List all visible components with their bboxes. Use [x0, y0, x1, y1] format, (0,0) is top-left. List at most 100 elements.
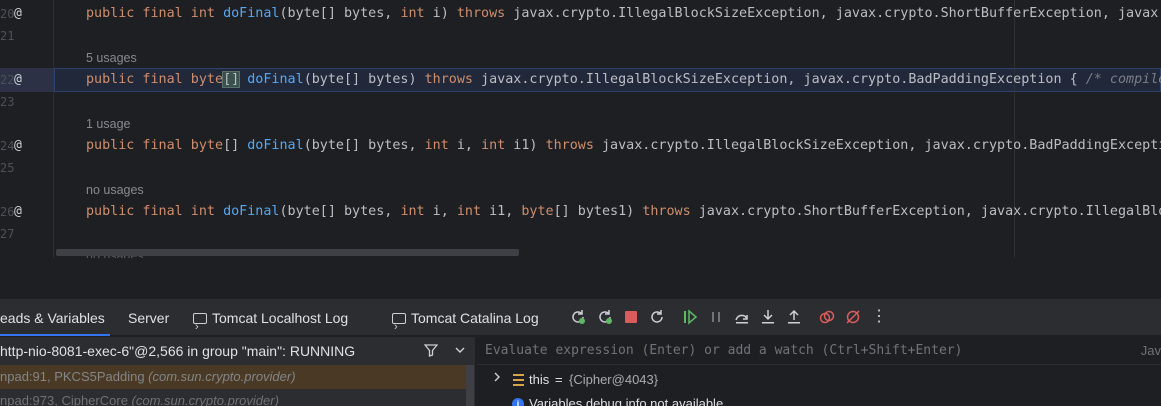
info-icon: i — [512, 398, 524, 406]
overrides-annotation-icon[interactable]: @ — [14, 73, 28, 87]
chevron-down-icon[interactable] — [455, 337, 465, 365]
code-text: i) — [424, 6, 457, 21]
code-method-name: doFinal — [223, 204, 280, 219]
view-breakpoints-icon[interactable] — [818, 308, 836, 326]
code-method-name: doFinal — [239, 72, 304, 87]
code-text: javax.crypto.ShortBufferException, javax… — [690, 204, 1161, 219]
line-number: 26 — [0, 205, 15, 219]
code-keyword: int — [424, 138, 449, 153]
line-number: 23 — [0, 95, 15, 109]
code-method-name: doFinal — [247, 138, 304, 153]
code-comment: /* compiled — [1085, 72, 1161, 87]
mute-breakpoints-icon[interactable] — [844, 308, 862, 326]
stack-frame[interactable]: npad:91, PKCS5Padding (com.sun.crypto.pr… — [0, 365, 466, 389]
code-keyword: int — [400, 204, 425, 219]
frame-method: npad:91, PKCS5Padding — [0, 369, 149, 384]
vertical-scrollbar[interactable] — [466, 365, 474, 406]
code-text: i, — [448, 138, 482, 153]
code-text: i1) — [505, 138, 546, 153]
code-text: (byte[] bytes, — [303, 138, 425, 153]
code-method-name: doFinal — [223, 6, 280, 21]
code-editor[interactable]: 20 21 22 23 24 25 26 27 @ @ @ @ public f… — [0, 0, 1161, 258]
frames-panel: http-nio-8081-exec-6"@2,566 in group "ma… — [0, 337, 476, 406]
code-text: i1, — [481, 204, 522, 219]
filter-icon[interactable] — [423, 343, 439, 357]
code-keyword: int — [400, 6, 425, 21]
frame-method: npad:973, CipherCore — [0, 393, 132, 406]
code-text: (byte[] bytes) — [303, 72, 425, 87]
line-number: 20 — [0, 7, 15, 21]
step-out-icon[interactable] — [785, 308, 803, 326]
horizontal-scrollbar[interactable] — [56, 249, 519, 256]
variable-equals: = — [555, 372, 563, 387]
code-keyword: throws — [424, 72, 473, 87]
overrides-annotation-icon[interactable]: @ — [14, 205, 28, 219]
code-text: (byte[] bytes, — [279, 204, 401, 219]
step-over-icon[interactable] — [733, 308, 751, 326]
restart-icon[interactable] — [596, 308, 614, 326]
variable-value: {Cipher@4043} — [569, 372, 659, 387]
usages-hint[interactable]: 1 usage — [86, 117, 130, 131]
variable-name: this — [529, 372, 550, 387]
line-number: 27 — [0, 227, 15, 241]
editor-gutter: 20 21 22 23 24 25 26 27 @ @ @ @ — [0, 0, 54, 258]
code-text: javax.crypto.IllegalBlockSizeException, … — [473, 72, 1086, 87]
code-keyword: throws — [545, 138, 594, 153]
code-line: public final byte[] doFinal(byte[] bytes… — [86, 137, 1161, 155]
variables-panel: Evaluate expression (Enter) or add a wat… — [477, 337, 1161, 406]
code-text: [] — [223, 138, 248, 153]
code-line: public final byte[] doFinal(byte[] bytes… — [86, 71, 1161, 89]
usages-hint[interactable]: no usages — [86, 183, 144, 197]
reload-icon[interactable] — [648, 308, 666, 326]
debug-toolbar: eads & Variables Server Tomcat Localhost… — [0, 300, 1161, 345]
overrides-annotation-icon[interactable]: @ — [14, 139, 28, 153]
code-keyword: public final byte — [86, 138, 224, 153]
chevron-right-icon[interactable] — [493, 369, 501, 391]
tab-threads-variables[interactable]: eads & Variables — [0, 300, 110, 336]
code-keyword: public final byte — [86, 72, 224, 87]
evaluate-placeholder: Evaluate expression (Enter) or add a wat… — [485, 343, 963, 358]
code-keyword: public final int — [86, 6, 224, 21]
tab-server[interactable]: Server — [128, 300, 169, 336]
thread-selector[interactable]: http-nio-8081-exec-6"@2,566 in group "ma… — [0, 337, 476, 365]
code-keyword: throws — [642, 204, 691, 219]
evaluate-expression-input[interactable]: Evaluate expression (Enter) or add a wat… — [477, 337, 1161, 365]
code-text: javax.crypto.IllegalBlockSizeException, … — [505, 6, 1161, 21]
tab-label: eads & Variables — [0, 310, 105, 326]
code-text: javax.crypto.IllegalBlockSizeException, … — [593, 138, 1161, 153]
terminal-icon — [193, 309, 207, 345]
line-number: 21 — [0, 29, 15, 43]
tab-label: Server — [128, 310, 170, 326]
more-options-icon[interactable]: ⋮ — [870, 308, 888, 326]
thread-selector-label: http-nio-8081-exec-6"@2,566 in group "ma… — [0, 343, 356, 359]
resume-icon[interactable] — [681, 308, 699, 326]
matched-brackets: [] — [222, 71, 241, 88]
code-keyword: public final int — [86, 204, 224, 219]
panel-splitter[interactable] — [0, 258, 1161, 300]
stop-icon[interactable] — [622, 308, 640, 326]
variable-row[interactable]: this = {Cipher@4043} — [477, 369, 1161, 391]
code-text: (byte[] bytes, — [279, 6, 401, 21]
variable-row: i Variables debug info not available — [477, 393, 1161, 406]
code-keyword: throws — [456, 6, 506, 21]
line-number: 22 — [0, 73, 15, 87]
pause-icon[interactable] — [707, 308, 725, 326]
line-number: 24 — [0, 139, 15, 153]
stack-frame[interactable]: npad:973, CipherCore (com.sun.crypto.pro… — [0, 389, 466, 406]
usages-hint[interactable]: 5 usages — [86, 51, 137, 65]
overrides-annotation-icon[interactable]: @ — [14, 7, 28, 21]
rerun-icon[interactable] — [569, 308, 587, 326]
tab-tomcat-catalina-log[interactable]: Tomcat Catalina Log — [392, 300, 539, 345]
frame-package: (com.sun.crypto.provider) — [148, 369, 296, 384]
code-keyword: byte — [521, 204, 554, 219]
field-icon — [513, 374, 524, 386]
code-line: public final int doFinal(byte[] bytes, i… — [86, 5, 1161, 23]
code-keyword: int — [456, 204, 482, 219]
tab-tomcat-localhost-log[interactable]: Tomcat Localhost Log — [193, 300, 348, 345]
code-line: public final int doFinal(byte[] bytes, i… — [86, 203, 1161, 221]
frame-package: (com.sun.crypto.provider) — [131, 393, 279, 406]
terminal-icon — [392, 309, 406, 345]
language-selector[interactable]: Jav — [1141, 337, 1161, 365]
tab-label: Tomcat Catalina Log — [411, 310, 539, 326]
step-into-icon[interactable] — [759, 308, 777, 326]
